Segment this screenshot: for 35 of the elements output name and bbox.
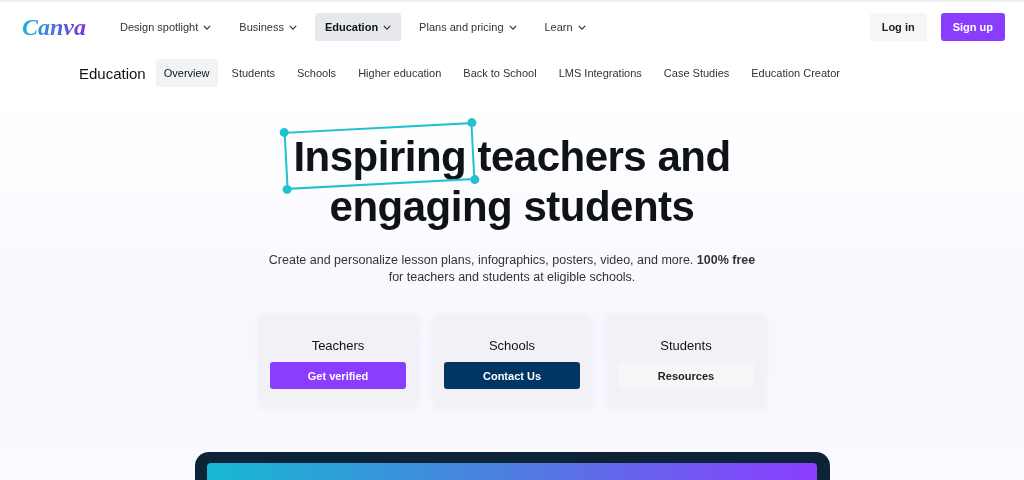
subnav-tab[interactable]: Back to School — [455, 59, 545, 87]
sign-up-button[interactable]: Sign up — [940, 13, 1005, 41]
hero-description: Create and personalize lesson plans, infographics, posters, video, and more. 100% free for teachers and students at eligible schools. — [267, 252, 757, 286]
subnav-tab[interactable]: Overview — [155, 59, 218, 87]
subnav-tab[interactable]: Students — [223, 59, 283, 87]
nav-menu-item[interactable]: Design spotlight — [110, 13, 222, 41]
card-button[interactable]: Get verified — [270, 362, 406, 389]
card-title: Students — [660, 338, 712, 353]
subnav-tab[interactable]: Schools — [289, 59, 345, 87]
headline-text: teachers and — [477, 133, 731, 180]
caret-icon — [508, 24, 517, 30]
card-button[interactable]: Contact Us — [444, 362, 580, 389]
caret-icon — [203, 24, 212, 30]
nav-menu-item[interactable]: Education — [314, 13, 402, 41]
subnav-tab[interactable]: LMS Integrations — [550, 59, 650, 87]
nav-menu-item[interactable]: Plans and pricing — [409, 13, 527, 41]
section-title: Education — [79, 64, 146, 82]
card-button[interactable]: Resources — [618, 362, 754, 389]
handle-dot[interactable] — [467, 117, 477, 128]
headline-text: Inspiring — [293, 133, 467, 180]
card-title: Teachers — [311, 338, 365, 353]
handle-dot[interactable] — [279, 127, 290, 138]
caret-icon — [383, 24, 392, 30]
subnav-tab[interactable]: Higher education — [350, 59, 450, 87]
subnav-tab[interactable]: Case Studies — [655, 59, 738, 87]
handle-dot[interactable] — [470, 174, 480, 185]
card-title: Schools — [488, 338, 536, 353]
handle-dot[interactable] — [282, 184, 293, 195]
subnav-tab[interactable]: Education Creator — [743, 59, 848, 87]
caret-icon — [577, 24, 586, 30]
caret-icon — [288, 24, 297, 30]
nav-menu-item[interactable]: Learn — [534, 13, 596, 41]
nav-menu-item[interactable]: Business — [229, 13, 307, 41]
log-in-button[interactable]: Log in — [869, 13, 927, 41]
headline-text: engaging students — [329, 183, 695, 230]
